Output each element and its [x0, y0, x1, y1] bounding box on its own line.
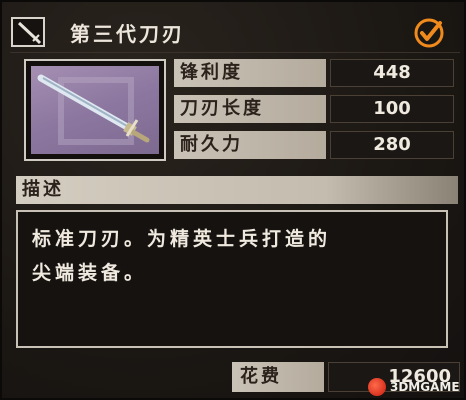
sword-icon	[17, 21, 42, 45]
item-detail-panel: 第三代刀刃 锋利度 448 刀刃长度 100 耐久力 280 描述 标准刀刃。为	[0, 0, 466, 400]
stat-value: 280	[330, 131, 454, 159]
description-line: 标准刀刃。为精英士兵打造的	[32, 228, 332, 250]
watermark-logo-icon	[368, 378, 386, 396]
item-title: 第三代刀刃	[70, 22, 185, 46]
stat-label: 耐久力	[174, 131, 326, 159]
item-category-icon-box	[11, 17, 45, 47]
description-line: 尖端装备。	[32, 262, 148, 284]
sword-icon	[37, 74, 150, 145]
check-icon[interactable]	[413, 17, 445, 49]
stat-label: 锋利度	[174, 59, 326, 87]
item-image	[31, 66, 159, 154]
stat-value: 448	[330, 59, 454, 87]
header-divider	[10, 52, 460, 53]
watermark: 3DMGAME	[368, 374, 462, 398]
cost-label: 花费	[232, 362, 324, 392]
description-header: 描述	[16, 176, 458, 204]
stat-label: 刀刃长度	[174, 95, 326, 123]
watermark-text: 3DMGAME	[390, 380, 460, 394]
description-box: 标准刀刃。为精英士兵打造的 尖端装备。	[16, 210, 448, 348]
item-image-frame	[24, 59, 166, 161]
stat-value: 100	[330, 95, 454, 123]
